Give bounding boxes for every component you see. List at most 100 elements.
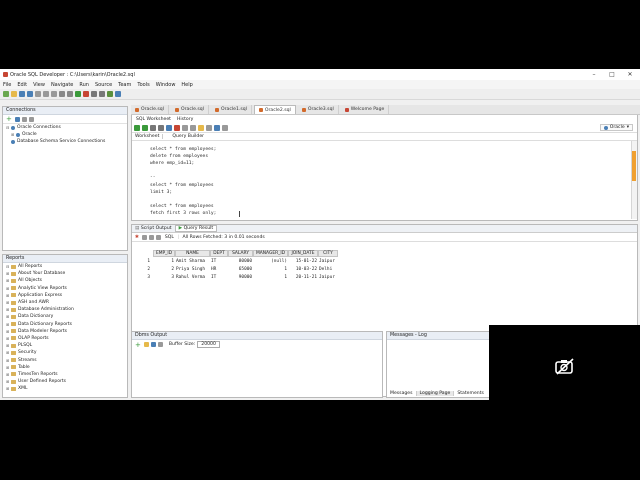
unshared-icon[interactable] [214,124,220,131]
table-cell[interactable]: 80000 [229,258,252,265]
reports-tree-item[interactable]: ⊞ Application Express [3,292,127,299]
buffer-size-input[interactable]: 20000 [197,341,220,348]
tree-oracle-connections[interactable]: ⊟ Oracle Connections [3,124,127,131]
tab-welcome-page[interactable]: Welcome Page [341,105,390,114]
table-cell[interactable]: IT [211,258,227,265]
tab-worksheet[interactable]: Worksheet [132,134,164,139]
table-cell[interactable]: 1 [254,274,287,281]
sql-tuning-icon[interactable] [182,124,188,131]
column-header[interactable]: JOIN_DATE [288,250,318,257]
enable-output-icon[interactable]: + [135,341,141,349]
reports-tree-item[interactable]: ⊞ Streams [3,356,127,363]
reports-tree-item[interactable]: ⊞ Table [3,364,127,371]
filter-icon[interactable] [21,116,27,122]
reports-tree-item[interactable]: ⊞ ASH and AWR [3,299,127,306]
connection-selector[interactable]: Oracle ▾ [599,124,633,131]
redo-icon[interactable] [67,91,73,97]
tab-messages[interactable]: Messages [387,391,417,396]
menu-edit[interactable]: Edit [17,82,27,88]
menu-run[interactable]: Run [79,82,89,88]
table-cell[interactable]: 20-11-21 [289,274,317,281]
table-cell[interactable]: 10-03-22 [289,266,317,273]
subtab-sql-worksheet[interactable]: SQL Worksheet [133,117,174,122]
column-header[interactable]: EMP_ID [153,250,175,257]
maximize-button[interactable]: □ [603,69,621,80]
reports-tree-item[interactable]: ⊞ Data Dictionary Reports [3,321,127,328]
explain-plan-icon[interactable] [158,124,164,131]
tab-logging-page[interactable]: Logging Page [416,391,455,396]
export-icon[interactable] [155,234,161,240]
save-output-icon[interactable] [150,342,156,347]
menu-file[interactable]: File [3,82,11,88]
menu-tools[interactable]: Tools [137,82,149,88]
minimize-button[interactable]: – [585,69,603,80]
table-cell[interactable]: Jaipur [319,258,337,265]
format-icon[interactable] [190,124,196,131]
print-output-icon[interactable] [157,342,163,347]
column-header[interactable]: MANAGER_ID [253,250,288,257]
run-statement-icon[interactable] [134,124,140,131]
reports-tree-item[interactable]: ⊞ About Your Database [3,270,127,277]
tools-icon[interactable] [99,91,105,97]
table-cell[interactable]: HR [211,266,227,273]
tab-oracle3-sql[interactable]: Oracle3.sql [298,105,339,114]
db-icon[interactable] [115,91,121,97]
pin-icon[interactable]: ✱ [135,235,139,240]
reports-tree-item[interactable]: ⊞ Data Dictionary [3,313,127,320]
table-cell[interactable]: 1 [254,266,287,273]
new-icon[interactable] [3,91,9,97]
reports-tree-item[interactable]: ⊞ Security [3,349,127,356]
tab-script-output[interactable]: ▤ Script Output [132,226,175,231]
autotrace-icon[interactable] [150,124,156,131]
reports-tree-item[interactable]: ⊞ All Objects [3,277,127,284]
open-icon[interactable] [11,91,17,97]
commit-icon[interactable] [166,124,172,131]
rollback-icon[interactable] [174,124,180,131]
table-cell[interactable]: Amit Sharma [176,258,209,265]
refresh-results-icon[interactable] [148,234,154,240]
copy-icon[interactable] [43,91,49,97]
clear-icon[interactable] [143,342,149,347]
menu-help[interactable]: Help [181,82,192,88]
table-cell[interactable]: Rahul Verma [176,274,209,281]
close-button[interactable]: ✕ [621,69,639,80]
add-connection-icon[interactable]: + [6,115,12,123]
tab-oracle-sql-2[interactable]: Oracle.sql [171,105,209,114]
tab-oracle1-sql[interactable]: Oracle1.sql [211,105,252,114]
menu-window[interactable]: Window [156,82,176,88]
reports-tree-item[interactable]: ⊞ TimesTen Reports [3,371,127,378]
tab-query-result[interactable]: ▶ Query Result [174,225,218,232]
reports-tree-item[interactable]: ⊟ All Reports [3,263,127,270]
tab-oracle2-sql[interactable]: Oracle2.sql [253,105,296,114]
save-all-icon[interactable] [27,91,33,97]
run-icon[interactable] [75,91,81,97]
table-cell[interactable]: 15-01-22 [289,258,317,265]
table-cell[interactable]: 3 [154,274,174,281]
menu-team[interactable]: Team [118,82,131,88]
reports-tree-item[interactable]: ⊞ XML [3,385,127,392]
schema-icon[interactable] [28,116,34,122]
menu-view[interactable]: View [33,82,45,88]
column-header[interactable]: NAME [175,250,210,257]
eraser-icon[interactable] [198,124,204,131]
migrate-icon[interactable] [107,91,113,97]
reports-tree-item[interactable]: ⊞ Analytic View Reports [3,285,127,292]
table-cell[interactable]: 2 [154,266,174,273]
table-cell[interactable]: 65000 [229,266,252,273]
paste-icon[interactable] [51,91,57,97]
table-cell[interactable]: Delhi [319,266,337,273]
sql-label[interactable]: SQL [165,235,174,240]
tree-oracle[interactable]: ⊞ Oracle [3,131,127,138]
reports-tree-item[interactable]: ⊞ OLAP Reports [3,335,127,342]
tab-statements[interactable]: Statements [454,391,487,396]
print-icon[interactable] [141,234,147,240]
column-header[interactable]: SALARY [228,250,253,257]
reports-tree-item[interactable]: ⊞ User Defined Reports [3,378,127,385]
table-cell[interactable]: IT [211,274,227,281]
table-cell[interactable]: (null) [254,258,287,265]
column-header[interactable]: DEPT [210,250,228,257]
menu-source[interactable]: Source [95,82,112,88]
refresh-icon[interactable] [14,116,20,122]
column-header[interactable]: CITY [318,250,338,257]
subtab-history[interactable]: History [174,117,196,122]
